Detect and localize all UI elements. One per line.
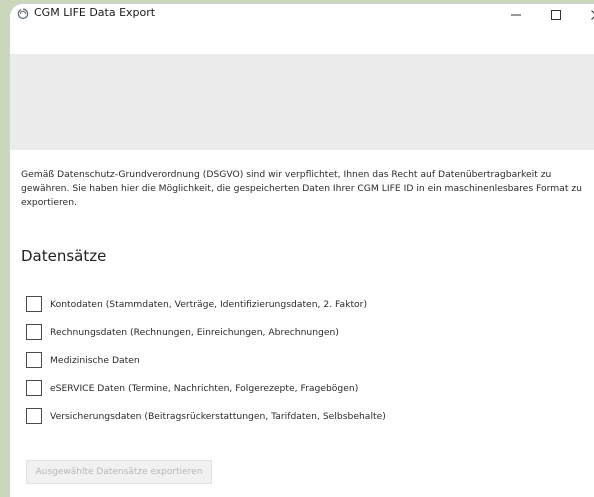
minimize-button[interactable] xyxy=(496,4,536,26)
window-title: CGM LIFE Data Export xyxy=(34,6,155,20)
minimize-icon xyxy=(510,6,522,25)
option-label: Versicherungsdaten (Beitragsrückerstattu… xyxy=(50,411,386,422)
maximize-button[interactable] xyxy=(536,4,576,26)
header-banner xyxy=(10,54,594,150)
section-title: Datensätze xyxy=(21,247,106,265)
option-label: Rechnungsdaten (Rechnungen, Einreichunge… xyxy=(50,327,339,338)
option-eservice-daten[interactable]: eSERVICE Daten (Termine, Nachrichten, Fo… xyxy=(26,379,386,397)
option-medizinische-daten[interactable]: Medizinische Daten xyxy=(26,351,386,369)
close-button[interactable] xyxy=(576,4,594,26)
option-label: Kontodaten (Stammdaten, Verträge, Identi… xyxy=(50,299,367,310)
option-rechnungsdaten[interactable]: Rechnungsdaten (Rechnungen, Einreichunge… xyxy=(26,323,386,341)
cgm-life-icon xyxy=(16,6,30,20)
checkbox-medizinische-daten[interactable] xyxy=(26,352,42,368)
title-bar: CGM LIFE Data Export xyxy=(10,4,594,52)
option-label: eSERVICE Daten (Termine, Nachrichten, Fo… xyxy=(50,383,358,394)
intro-text: Gemäß Datenschutz-Grundverordnung (DSGVO… xyxy=(21,168,586,210)
option-versicherungsdaten[interactable]: Versicherungsdaten (Beitragsrückerstattu… xyxy=(26,407,386,425)
checkbox-eservice-daten[interactable] xyxy=(26,380,42,396)
checkbox-versicherungsdaten[interactable] xyxy=(26,408,42,424)
export-button[interactable]: Ausgewählte Datensätze exportieren xyxy=(26,460,212,484)
maximize-icon xyxy=(550,6,562,25)
checkbox-kontodaten[interactable] xyxy=(26,296,42,312)
option-kontodaten[interactable]: Kontodaten (Stammdaten, Verträge, Identi… xyxy=(26,295,386,313)
checkbox-rechnungsdaten[interactable] xyxy=(26,324,42,340)
close-icon xyxy=(590,6,594,25)
option-label: Medizinische Daten xyxy=(50,355,140,366)
app-window: CGM LIFE Data Export Gemäß Datenschutz-G… xyxy=(9,3,594,497)
dataset-options: Kontodaten (Stammdaten, Verträge, Identi… xyxy=(26,295,386,435)
